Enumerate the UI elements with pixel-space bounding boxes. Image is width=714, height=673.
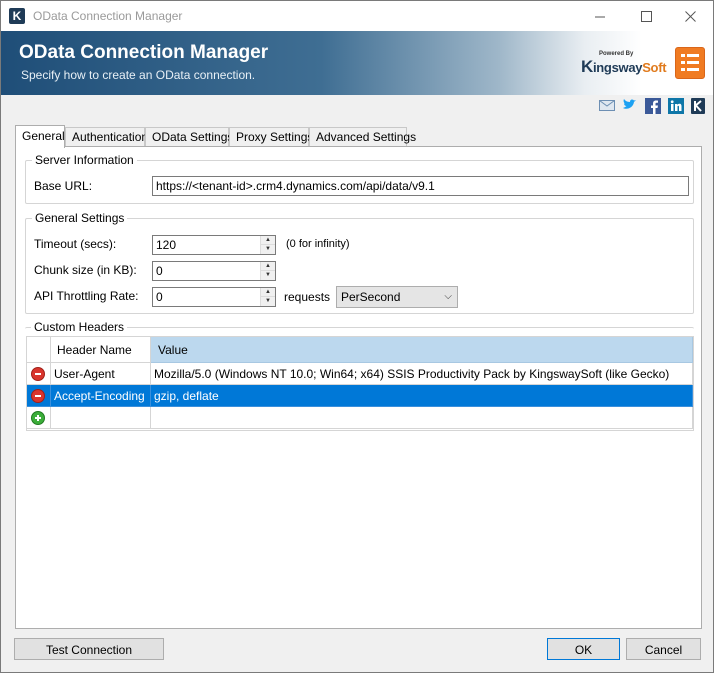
cancel-button[interactable]: Cancel [626,638,701,660]
timeout-down-arrow-icon[interactable]: ▼ [261,245,275,254]
timeout-hint: (0 for infinity) [286,238,350,250]
close-button[interactable] [667,1,713,31]
list-icon [681,54,699,71]
server-information-group: Server Information Base URL: [25,153,694,204]
maximize-icon [640,10,652,22]
tab-authentication[interactable]: Authentication [65,127,148,147]
kingsway-logo: Powered By KingswaySoft [581,51,671,79]
banner-subtitle: Specify how to create an OData connectio… [21,68,256,82]
add-row-icon[interactable] [31,411,45,425]
tab-odata-settings[interactable]: OData Settings [145,127,233,147]
brand-name: KingswaySoft [581,57,667,76]
tab-proxy-settings[interactable]: Proxy Settings [229,127,313,147]
minimize-button[interactable] [577,1,623,31]
linkedin-icon[interactable] [668,98,684,116]
title-bar: K OData Connection Manager [1,1,713,31]
custom-headers-grid: Header Name Value User-Agent Mozilla/5.0… [26,336,694,431]
chevron-down-icon: ⌵ [444,291,452,302]
twitter-icon[interactable] [622,98,638,116]
ok-button[interactable]: OK [547,638,620,660]
close-icon [684,10,696,22]
chunk-size-input[interactable] [153,262,259,280]
header-name-cell[interactable]: Accept-Encoding [51,385,151,407]
general-tab-panel: Server Information Base URL: General Set… [15,146,702,629]
throttling-rate-input[interactable] [153,288,259,306]
base-url-input[interactable] [152,176,689,196]
new-header-value-cell[interactable] [151,407,693,429]
tab-advanced-settings[interactable]: Advanced Settings [309,127,416,147]
throttling-period-value: PerSecond [341,290,401,304]
chunk-size-down-arrow-icon[interactable]: ▼ [261,271,275,280]
timeout-input[interactable] [153,236,259,254]
new-header-name-cell[interactable] [51,407,151,429]
documentation-icon[interactable] [675,47,705,79]
test-connection-button[interactable]: Test Connection [14,638,164,660]
chunk-size-label: Chunk size (in KB): [34,263,137,277]
general-settings-legend: General Settings [32,211,128,225]
throttling-period-select[interactable]: PerSecond ⌵ [336,286,458,308]
timeout-up-arrow-icon[interactable]: ▲ [261,236,275,245]
app-icon: K [9,8,25,24]
throttling-unit-label: requests [284,290,331,304]
custom-headers-legend: Custom Headers [31,320,128,334]
table-row[interactable]: User-Agent Mozilla/5.0 (Windows NT 10.0;… [27,363,693,385]
kingsway-icon[interactable] [691,98,707,116]
new-row[interactable] [27,407,693,429]
tab-general[interactable]: General [15,125,65,148]
header-banner: OData Connection Manager Specify how to … [1,31,713,95]
server-information-legend: Server Information [32,153,137,167]
window-title: OData Connection Manager [33,9,183,23]
timeout-stepper[interactable]: ▲ ▼ [152,235,276,255]
minimize-icon [594,16,605,17]
timeout-label: Timeout (secs): [34,237,117,251]
email-icon[interactable] [599,98,615,116]
base-url-label: Base URL: [34,179,93,193]
throttling-down-arrow-icon[interactable]: ▼ [261,297,275,306]
grid-header-corner [27,337,51,363]
grid-header-row: Header Name Value [27,337,693,363]
header-value-cell[interactable]: gzip, deflate [151,385,693,407]
throttling-rate-stepper[interactable]: ▲ ▼ [152,287,276,307]
table-row[interactable]: Accept-Encoding gzip, deflate [27,385,693,407]
chunk-size-stepper[interactable]: ▲ ▼ [152,261,276,281]
value-column[interactable]: Value [151,337,693,363]
remove-row-icon[interactable] [31,367,45,381]
maximize-button[interactable] [623,1,669,31]
header-value-cell[interactable]: Mozilla/5.0 (Windows NT 10.0; Win64; x64… [151,363,693,385]
dialog-window: K OData Connection Manager OData Connect… [0,0,714,673]
throttling-up-arrow-icon[interactable]: ▲ [261,288,275,297]
banner-title: OData Connection Manager [19,42,269,63]
facebook-icon[interactable] [645,98,661,116]
chunk-size-up-arrow-icon[interactable]: ▲ [261,262,275,271]
throttling-rate-label: API Throttling Rate: [34,289,139,303]
general-settings-group: General Settings Timeout (secs): ▲ ▼ (0 … [25,211,694,314]
remove-row-icon[interactable] [31,389,45,403]
header-name-cell[interactable]: User-Agent [51,363,151,385]
header-name-column[interactable]: Header Name [51,337,151,363]
